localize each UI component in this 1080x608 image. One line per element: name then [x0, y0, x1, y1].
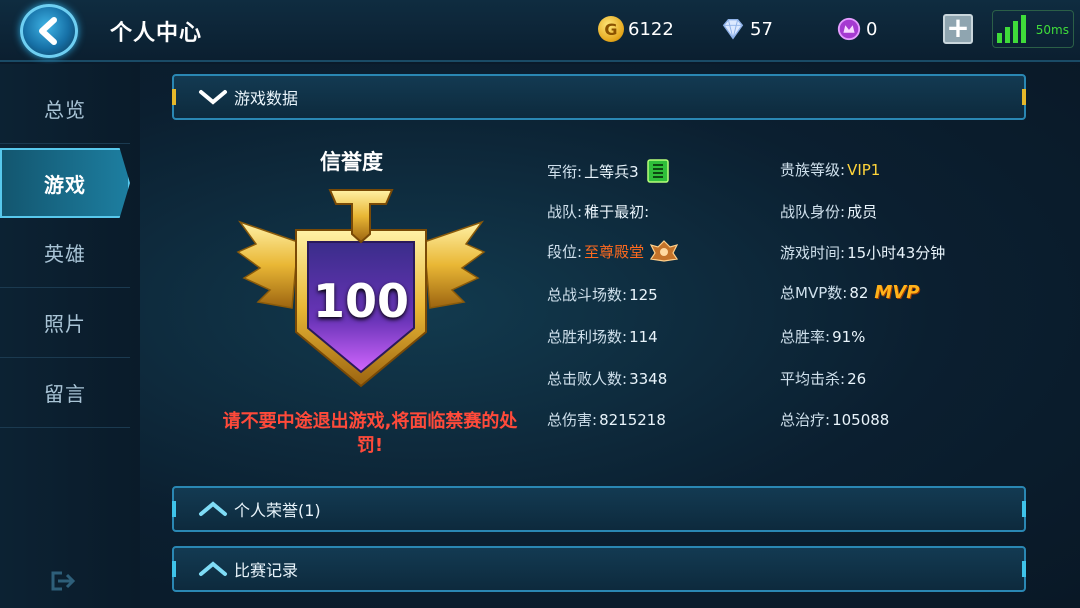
- stat-label: 总MVP数:: [780, 284, 848, 302]
- sidebar-item-overview[interactable]: 总览: [0, 74, 130, 144]
- stat-label: 总战斗场数:: [547, 286, 628, 304]
- chevron-up-icon: [199, 501, 227, 516]
- stat-win-rate: 总胜率: 91%: [780, 326, 865, 347]
- add-currency-button[interactable]: +: [943, 14, 973, 44]
- diamond-amount: 57: [750, 18, 773, 40]
- stat-value: 上等兵3: [584, 162, 639, 181]
- stat-tier: 段位: 至尊殿堂: [547, 239, 679, 263]
- stat-value: 至尊殿堂: [584, 242, 645, 261]
- stat-total-healing: 总治疗: 105088: [780, 409, 889, 430]
- sidebar-item-heroes[interactable]: 英雄: [0, 218, 130, 288]
- stat-label: 军衔:: [547, 162, 583, 181]
- sidebar: 总览 游戏 英雄 照片 留言: [0, 64, 140, 608]
- stat-total-wins: 总胜利场数: 114: [547, 326, 658, 347]
- stat-value: 91%: [832, 327, 866, 346]
- honors-section-header[interactable]: 个人荣誉(1): [172, 486, 1026, 532]
- stat-label: 战队:: [547, 203, 583, 221]
- back-arrow-icon: [39, 17, 57, 45]
- stat-label: 段位:: [547, 242, 583, 261]
- stat-team: 战队: 稚于最初:: [547, 201, 649, 222]
- diamond-counter: 57: [720, 16, 773, 42]
- sidebar-item-game[interactable]: 游戏: [0, 148, 130, 218]
- game-data-section-header[interactable]: 游戏数据: [172, 74, 1026, 120]
- stat-value: VIP1: [847, 160, 881, 179]
- page-title: 个人中心: [110, 21, 203, 46]
- top-bar: 个人中心 G 6122 57 0 + 50ms: [0, 0, 1080, 62]
- stat-total-mvp: 总MVP数: 82 MVP: [780, 282, 919, 303]
- stat-average-kills: 平均击杀: 26: [780, 368, 866, 389]
- stat-military-rank: 军衔: 上等兵3: [547, 158, 671, 184]
- stat-total-damage: 总伤害: 8215218: [547, 409, 666, 430]
- back-button[interactable]: [20, 4, 78, 58]
- credit-score-value: 100: [312, 274, 410, 328]
- stat-value: 82: [849, 283, 869, 302]
- crystal-counter: 0: [836, 16, 877, 42]
- stat-team-role: 战队身份: 成员: [780, 201, 877, 222]
- stat-value: 8215218: [599, 410, 666, 429]
- honors-section-title: 个人荣誉(1): [234, 501, 321, 520]
- mvp-badge: MVP: [874, 282, 920, 303]
- stat-total-matches: 总战斗场数: 125: [547, 284, 658, 305]
- stat-value: 26: [847, 369, 867, 388]
- rank-book-icon: [646, 159, 669, 183]
- stat-value: 成员: [847, 203, 878, 221]
- stat-total-kills: 总击败人数: 3348: [547, 368, 667, 389]
- stat-value: 125: [629, 285, 658, 304]
- sidebar-item-photos[interactable]: 照片: [0, 288, 130, 358]
- chevron-up-icon: [199, 561, 227, 576]
- stat-value: 114: [629, 327, 658, 346]
- records-section-title: 比赛记录: [234, 561, 299, 580]
- stat-label: 游戏时间:: [780, 244, 846, 262]
- stat-label: 贵族等级:: [780, 161, 846, 179]
- gold-amount: 6122: [628, 18, 674, 40]
- crystal-amount: 0: [866, 18, 878, 40]
- records-section-header[interactable]: 比赛记录: [172, 546, 1026, 592]
- stat-label: 总伤害:: [547, 411, 598, 429]
- gold-counter: G 6122: [598, 16, 674, 42]
- stat-play-time: 游戏时间: 15小时43分钟: [780, 242, 945, 263]
- stat-label: 战队身份:: [780, 203, 846, 221]
- stat-label: 总击败人数:: [547, 370, 628, 388]
- stat-value: 15小时43分钟: [847, 244, 946, 262]
- diamond-icon: [720, 16, 746, 42]
- stat-vip-level: 贵族等级: VIP1: [780, 159, 880, 180]
- stat-label: 总胜率:: [780, 328, 831, 346]
- network-signal: 50ms: [992, 10, 1074, 48]
- chevron-down-icon: [199, 90, 227, 105]
- logout-icon[interactable]: [48, 570, 76, 592]
- stat-label: 总治疗:: [780, 411, 831, 429]
- latency-value: 50ms: [1035, 23, 1069, 37]
- stat-value: 105088: [832, 410, 890, 429]
- gold-coin-icon: G: [598, 16, 624, 42]
- credit-score-title: 信誉度: [320, 150, 383, 174]
- quit-warning-text: 请不要中途退出游戏,将面临禁赛的处罚!: [222, 411, 518, 456]
- stat-value: 3348: [629, 369, 668, 388]
- signal-bars-icon: [997, 15, 1026, 43]
- tier-emblem-icon: [650, 240, 679, 262]
- sidebar-item-messages[interactable]: 留言: [0, 358, 130, 428]
- content-panel: 游戏数据 信誉度 100 请不要中途退出游戏,将面临禁赛的处罚! 军衔: 上等兵…: [140, 64, 1080, 608]
- stat-label: 总胜利场数:: [547, 328, 628, 346]
- stat-label: 平均击杀:: [780, 370, 846, 388]
- crystal-icon: [836, 16, 862, 42]
- game-data-section-title: 游戏数据: [234, 89, 299, 108]
- stat-value: 稚于最初:: [584, 203, 650, 221]
